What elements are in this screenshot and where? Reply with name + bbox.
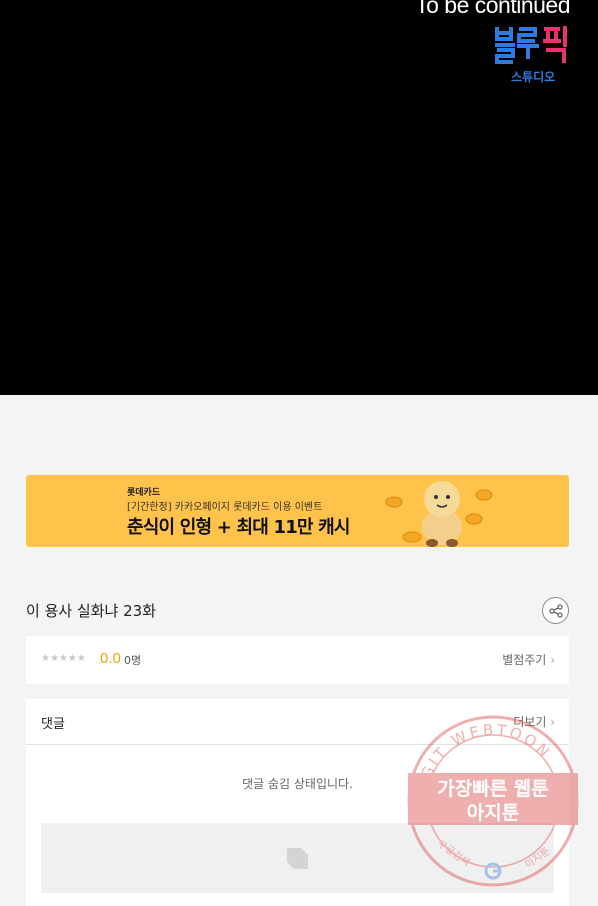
rate-button[interactable]: 별점주기 ›: [502, 651, 555, 668]
comments-title: 댓글: [41, 717, 65, 732]
banner-subtitle: [기간한정] 카카오페이지 롯데카드 이용 이벤트: [127, 502, 323, 513]
rating-score: 0.0: [100, 650, 121, 667]
episode-title: 이 용사 실화냐 23화: [26, 602, 156, 620]
svg-text:스튜디오: 스튜디오: [511, 69, 555, 84]
comic-panel: To be continued 스튜디오: [0, 0, 598, 395]
comments-header: 댓글 더보기 ›: [26, 699, 569, 745]
rating-count: 0명: [124, 654, 142, 667]
chevron-right-icon: ›: [550, 653, 555, 667]
share-icon: [549, 604, 563, 618]
image-placeholder-icon: [287, 848, 308, 869]
comment-placeholder: [41, 823, 554, 893]
to-be-continued-text: To be continued: [415, 0, 570, 18]
character-illustration-icon: [356, 475, 506, 547]
comments-hidden-message: 댓글 숨김 상태입니다.: [242, 777, 353, 791]
comments-section: 댓글 더보기 › 댓글 숨김 상태입니다.: [26, 699, 569, 906]
more-label: 더보기: [513, 715, 547, 729]
comments-more-button[interactable]: 더보기 ›: [513, 713, 555, 730]
event-banner[interactable]: 롯데카드 [기간한정] 카카오페이지 롯데카드 이용 이벤트 춘식이 인형 + …: [26, 475, 569, 547]
banner-headline: 춘식이 인형 + 최대 11만 캐시: [127, 517, 350, 538]
chevron-right-icon: ›: [550, 715, 555, 729]
star-rating-icon: ★★★★★: [41, 653, 86, 664]
rate-button-label: 별점주기: [502, 653, 547, 667]
bluepick-studio-logo: 스튜디오: [495, 26, 567, 84]
share-button[interactable]: [542, 597, 569, 624]
rating-card: ★★★★★ 0.0 0명 별점주기 ›: [26, 636, 569, 684]
banner-brand: 롯데카드: [127, 488, 161, 498]
